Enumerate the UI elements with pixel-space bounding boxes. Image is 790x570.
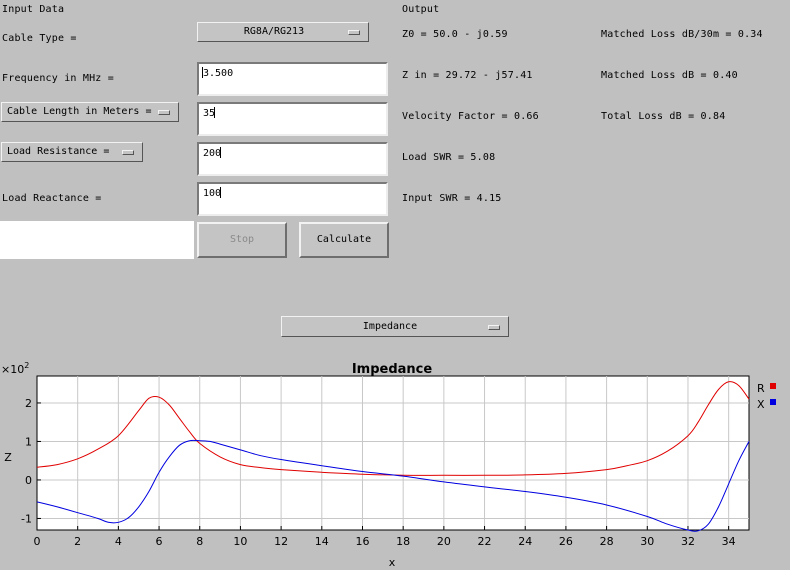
load-swr-value: Load SWR = 5.08	[402, 152, 496, 163]
x-tick-label: 32	[681, 535, 695, 548]
z-in-value: Z in = 29.72 - j57.41	[402, 70, 533, 81]
x-tick-label: 0	[34, 535, 41, 548]
frequency-label: Frequency in MHz =	[2, 73, 114, 84]
status-area	[0, 221, 194, 259]
load-reactance-value: 100	[203, 188, 222, 199]
load-menu[interactable]: Load Resistance =	[1, 142, 143, 162]
x-tick-label: 20	[437, 535, 451, 548]
load-menu-label: Load Resistance =	[7, 146, 110, 157]
cable-length-menu[interactable]: Cable Length in Meters =	[1, 102, 179, 122]
text-cursor	[220, 187, 222, 198]
total-loss-value: Total Loss dB = 0.84	[601, 111, 726, 122]
scale-label: ×102	[1, 361, 29, 376]
y-tick-label: 0	[25, 474, 32, 487]
velocity-factor-value: Velocity Factor = 0.66	[402, 111, 539, 122]
stop-button[interactable]: Stop	[197, 222, 287, 258]
y-tick-label: -1	[21, 512, 32, 525]
x-tick-label: 22	[478, 535, 492, 548]
plot-area	[36, 375, 750, 531]
x-tick-label: 12	[274, 535, 288, 548]
load-resistance-input[interactable]: 200	[197, 142, 388, 176]
frequency-value: 3.500	[203, 68, 234, 79]
impedance-chart: Impedance ×102 Z x 0 2 4 6 8 10 12 14 16 18 20 22 24…	[1, 361, 776, 569]
x-tick-label: 2	[74, 535, 81, 548]
cable-type-label: Cable Type =	[2, 33, 77, 44]
x-tick-label: 28	[600, 535, 614, 548]
calculate-button[interactable]: Calculate	[299, 222, 389, 258]
matched-loss-value: Matched Loss dB = 0.40	[601, 70, 738, 81]
x-tick-label: 8	[196, 535, 203, 548]
z0-value: Z0 = 50.0 - j0.59	[402, 29, 508, 40]
y-tick-label: 2	[25, 397, 32, 410]
matched-loss-per-30m-value: Matched Loss dB/30m = 0.34	[601, 29, 763, 40]
x-tick-label: 26	[559, 535, 573, 548]
y-tick-label: 1	[25, 435, 32, 448]
x-tick-label: 34	[722, 535, 736, 548]
x-tick-label: 24	[518, 535, 532, 548]
plot-selector-dropdown[interactable]: Impedance	[281, 316, 509, 337]
dropdown-indicator-icon	[348, 30, 360, 35]
text-cursor	[214, 107, 216, 118]
legend-swatch-x	[770, 399, 776, 405]
text-cursor	[220, 147, 222, 158]
legend-label-x: X	[757, 398, 765, 411]
dropdown-indicator-icon	[488, 325, 500, 330]
dropdown-indicator-icon	[122, 150, 134, 155]
x-tick-label: 18	[396, 535, 410, 548]
legend-label-r: R	[757, 382, 765, 395]
x-tick-label: 14	[315, 535, 329, 548]
chart-title: Impedance	[352, 362, 433, 377]
input-swr-value: Input SWR = 4.15	[402, 193, 502, 204]
x-tick-label: 10	[233, 535, 247, 548]
x-tick-label: 16	[355, 535, 369, 548]
plot-selector-value: Impedance	[362, 321, 418, 332]
cable-length-input[interactable]: 35	[197, 102, 388, 136]
y-axis-label: Z	[4, 451, 12, 464]
dropdown-indicator-icon	[158, 110, 170, 115]
cable-length-menu-label: Cable Length in Meters =	[7, 106, 152, 117]
cable-type-value: RG8A/RG213	[243, 26, 305, 37]
load-resistance-value: 200	[203, 148, 222, 159]
output-section-title: Output	[402, 4, 440, 15]
frequency-input[interactable]: 3.500	[197, 62, 388, 96]
legend-swatch-r	[770, 383, 776, 389]
x-axis-label: x	[389, 556, 396, 569]
load-reactance-label: Load Reactance =	[2, 193, 102, 204]
input-section-title: Input Data	[2, 4, 65, 15]
x-tick-label: 6	[156, 535, 163, 548]
x-tick-label: 4	[115, 535, 122, 548]
load-reactance-input[interactable]: 100	[197, 182, 388, 216]
cable-type-dropdown[interactable]: RG8A/RG213	[197, 22, 369, 42]
x-tick-label: 30	[640, 535, 654, 548]
